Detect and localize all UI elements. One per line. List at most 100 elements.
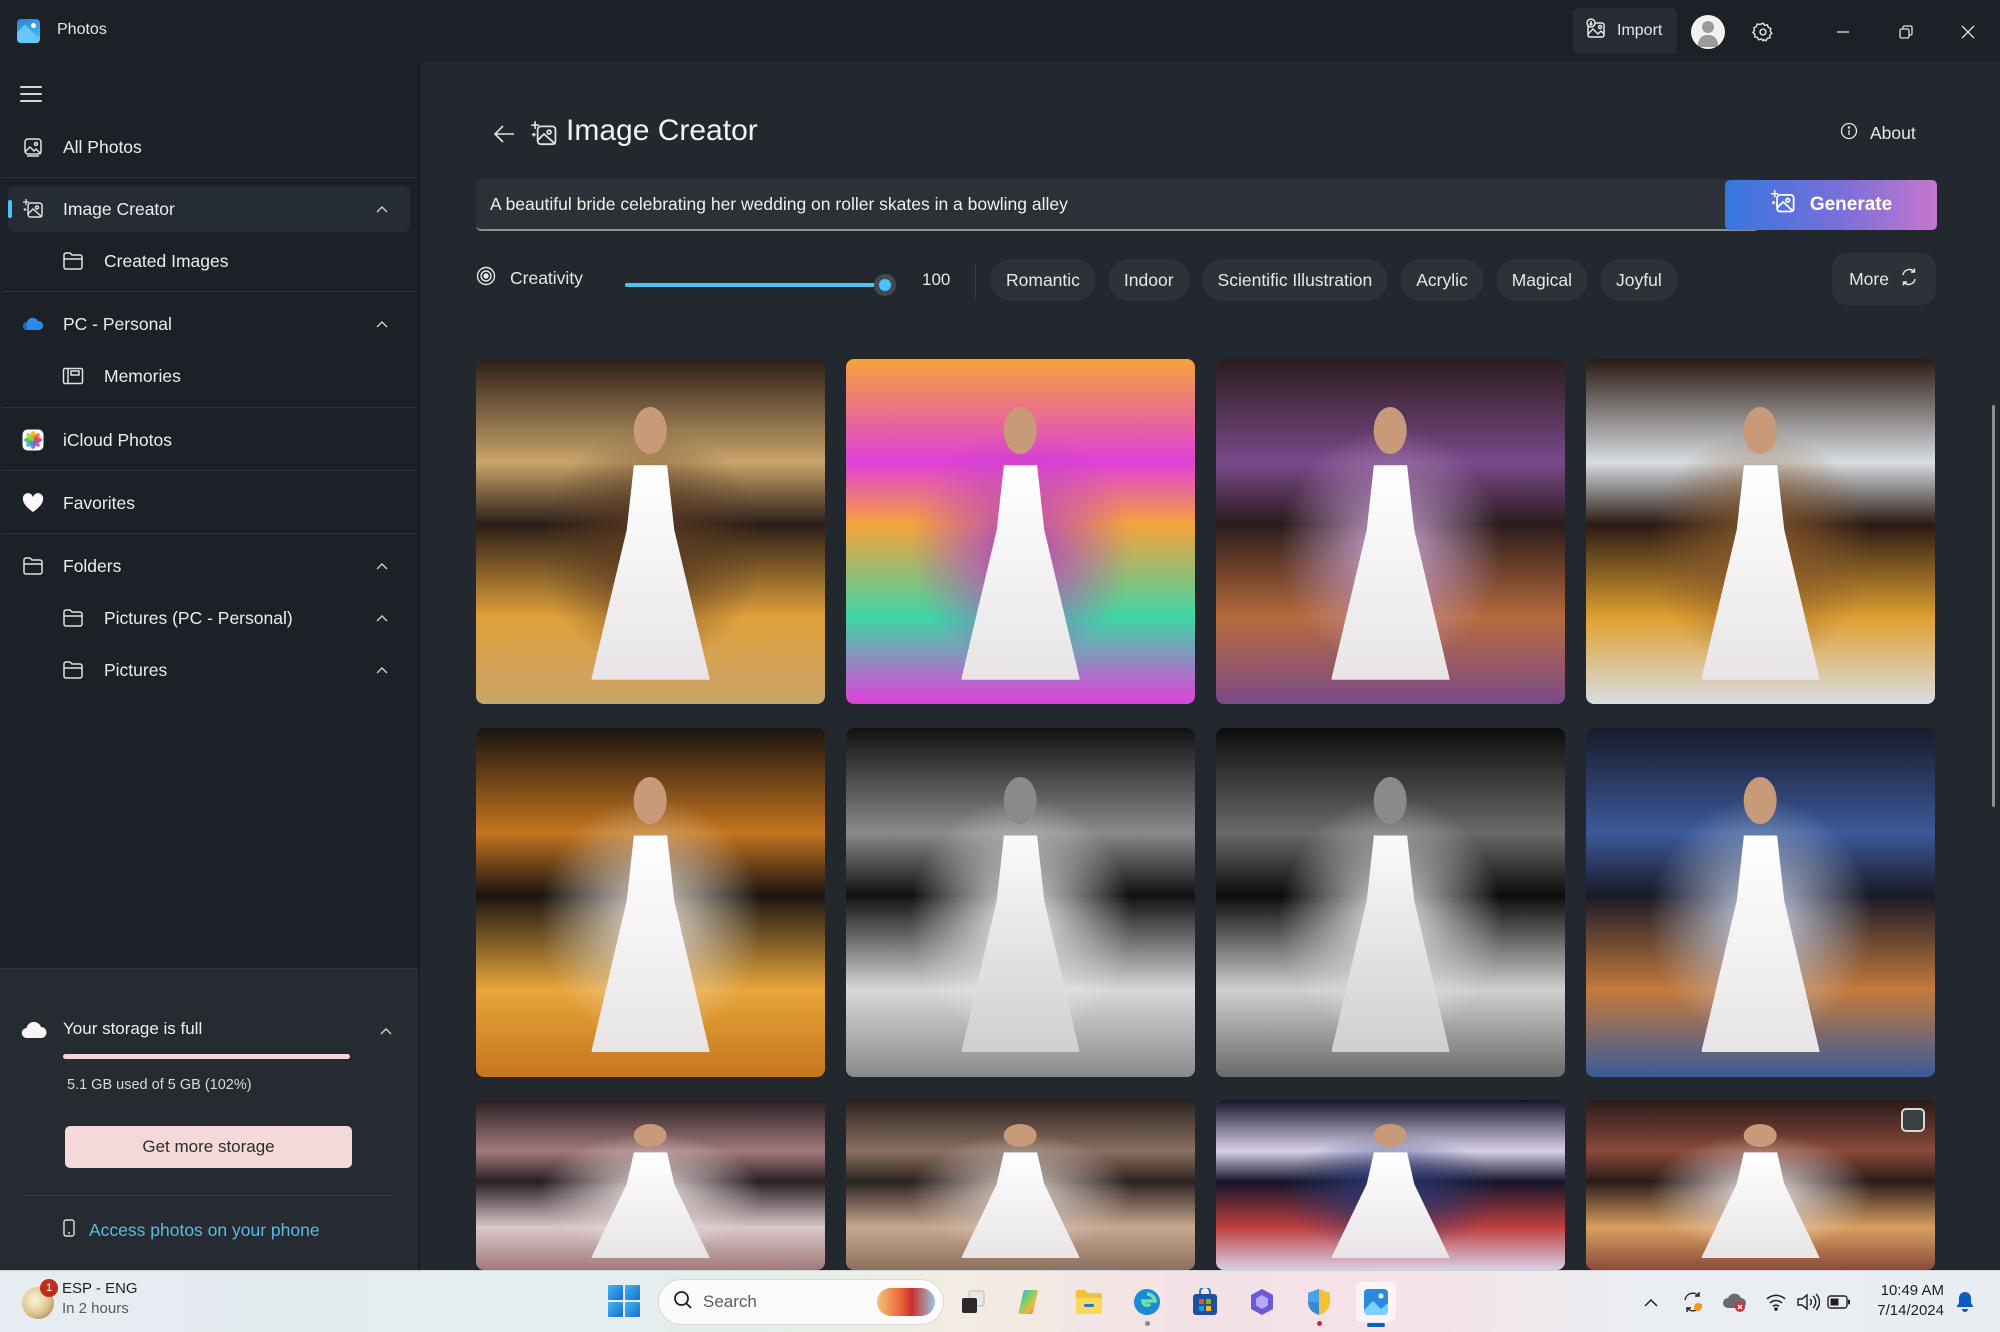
bride-head [633, 1123, 668, 1147]
generated-image-thumbnail[interactable] [1216, 1100, 1565, 1270]
generate-label: Generate [1809, 194, 1893, 215]
bride-dress [1701, 465, 1820, 680]
chevron-up-icon[interactable] [372, 660, 392, 680]
battery-icon[interactable] [1826, 1289, 1852, 1315]
copilot-icon[interactable] [1011, 1282, 1051, 1322]
style-chip-magical[interactable]: Magical [1495, 259, 1589, 301]
sidebar-item-icloud-photos[interactable]: iCloud Photos [8, 417, 410, 463]
generated-image-thumbnail[interactable] [846, 728, 1195, 1077]
task-view-icon[interactable] [953, 1282, 993, 1322]
bride-dress [591, 465, 710, 680]
style-chip-indoor[interactable]: Indoor [1107, 259, 1190, 301]
sidebar-divider [2, 177, 416, 178]
sidebar-item-pc-personal[interactable]: PC - Personal [8, 301, 410, 347]
creativity-target-icon [476, 266, 496, 291]
generated-image-thumbnail[interactable] [476, 1100, 825, 1270]
windows-start-icon[interactable] [608, 1285, 640, 1317]
style-chip-scientific-illustration[interactable]: Scientific Illustration [1201, 259, 1389, 301]
cloud-icon [21, 1021, 47, 1044]
sidebar-divider [2, 533, 416, 534]
creativity-value: 100 [922, 270, 951, 289]
creativity-label-group: Creativity [476, 266, 583, 291]
get-more-storage-button[interactable]: Get more storage [65, 1126, 352, 1168]
prompt-input[interactable] [490, 179, 1710, 229]
hamburger-menu-icon[interactable] [20, 86, 42, 102]
sidebar-divider [2, 407, 416, 408]
volume-icon[interactable] [1795, 1289, 1821, 1315]
chevron-up-icon[interactable] [372, 314, 392, 334]
weather-widget[interactable]: 1 ESP - ENG In 2 hours [22, 1279, 138, 1319]
edge-browser-icon[interactable] [1127, 1282, 1167, 1326]
bride-figure [591, 1123, 710, 1267]
sidebar-item-pictures-pc-personal[interactable]: Pictures (PC - Personal) [8, 595, 410, 641]
generated-image-thumbnail[interactable] [1586, 728, 1935, 1077]
bride-figure [591, 407, 710, 697]
account-avatar[interactable] [1691, 15, 1725, 49]
sync-status-icon[interactable] [1680, 1289, 1706, 1315]
folder-icon [61, 658, 85, 682]
sidebar-item-created-images[interactable]: Created Images [8, 238, 410, 284]
wifi-icon[interactable] [1763, 1289, 1789, 1315]
system-clock[interactable]: 10:49 AM 7/14/2024 [1860, 1281, 1944, 1321]
notification-bell-icon[interactable] [1952, 1289, 1978, 1315]
style-chip-acrylic[interactable]: Acrylic [1400, 259, 1484, 301]
chevron-up-icon[interactable] [376, 1021, 396, 1041]
photos-app-window: Photos Import All Photos Image Creator C… [0, 0, 2000, 1270]
title-bar: Photos Import [0, 0, 2000, 62]
chevron-up-icon[interactable] [372, 608, 392, 628]
heart-icon [21, 491, 45, 515]
bride-head [1743, 407, 1778, 454]
settings-gear-icon[interactable] [1745, 14, 1781, 50]
soccer-ball-icon: 1 [22, 1279, 58, 1319]
style-chip-romantic[interactable]: Romantic [990, 259, 1096, 301]
restore-icon[interactable] [1888, 14, 1924, 50]
vertical-scrollbar[interactable] [1992, 405, 1995, 807]
sidebar-item-image-creator[interactable]: Image Creator [8, 186, 410, 232]
generated-image-thumbnail[interactable] [476, 728, 825, 1077]
import-button[interactable]: Import [1573, 8, 1677, 54]
creativity-slider[interactable] [625, 274, 896, 296]
select-image-checkbox[interactable] [1901, 1108, 1925, 1132]
access-photos-on-phone-link[interactable]: Access photos on your phone [63, 1219, 320, 1242]
sidebar-item-label: Image Creator [63, 198, 175, 219]
taskbar-search[interactable]: Search [658, 1279, 944, 1325]
photos-app-taskbar-icon[interactable] [1356, 1282, 1396, 1327]
bride-head [1373, 407, 1408, 454]
bride-head [1003, 776, 1038, 824]
generated-image-thumbnail[interactable] [1586, 359, 1935, 704]
back-arrow-icon[interactable] [490, 120, 518, 148]
sidebar-item-folders[interactable]: Folders [8, 543, 410, 589]
close-window-icon[interactable] [1950, 14, 1986, 50]
chevron-up-icon[interactable] [372, 199, 392, 219]
show-hidden-icons-chevron-icon[interactable] [1638, 1289, 1664, 1315]
style-chip-joyful[interactable]: Joyful [1600, 259, 1678, 301]
about-button[interactable]: About [1840, 122, 1916, 145]
generated-image-thumbnail[interactable] [846, 359, 1195, 704]
sidebar-item-favorites[interactable]: Favorites [8, 480, 410, 526]
generated-image-thumbnail[interactable] [476, 359, 825, 704]
style-chips: Romantic Indoor Scientific Illustration … [990, 259, 1678, 301]
onedrive-error-icon[interactable] [1722, 1289, 1748, 1315]
prompt-field[interactable] [476, 179, 1759, 231]
more-styles-button[interactable]: More [1832, 253, 1936, 305]
microsoft-store-icon[interactable] [1185, 1282, 1225, 1322]
file-explorer-icon[interactable] [1069, 1282, 1109, 1322]
bride-dress [1331, 1152, 1450, 1258]
bride-figure [1331, 1123, 1450, 1267]
windows-security-icon[interactable] [1299, 1282, 1339, 1326]
minimize-icon[interactable] [1825, 14, 1861, 50]
generated-image-thumbnail[interactable] [1216, 728, 1565, 1077]
chevron-up-icon[interactable] [372, 556, 392, 576]
generate-button[interactable]: Generate [1725, 180, 1937, 230]
sidebar-item-pictures[interactable]: Pictures [8, 647, 410, 693]
clock-time: 10:49 AM [1880, 1282, 1944, 1299]
generated-image-thumbnail[interactable] [846, 1100, 1195, 1270]
slider-thumb[interactable] [874, 274, 896, 296]
sidebar-item-all-photos[interactable]: All Photos [8, 124, 410, 170]
copilot-pro-icon[interactable] [1242, 1282, 1282, 1322]
generated-image-thumbnail[interactable] [1216, 359, 1565, 704]
generated-image-thumbnail[interactable] [1586, 1100, 1935, 1270]
sidebar-item-memories[interactable]: Memories [8, 353, 410, 399]
bride-dress [961, 835, 1080, 1053]
folder-icon [61, 606, 85, 630]
